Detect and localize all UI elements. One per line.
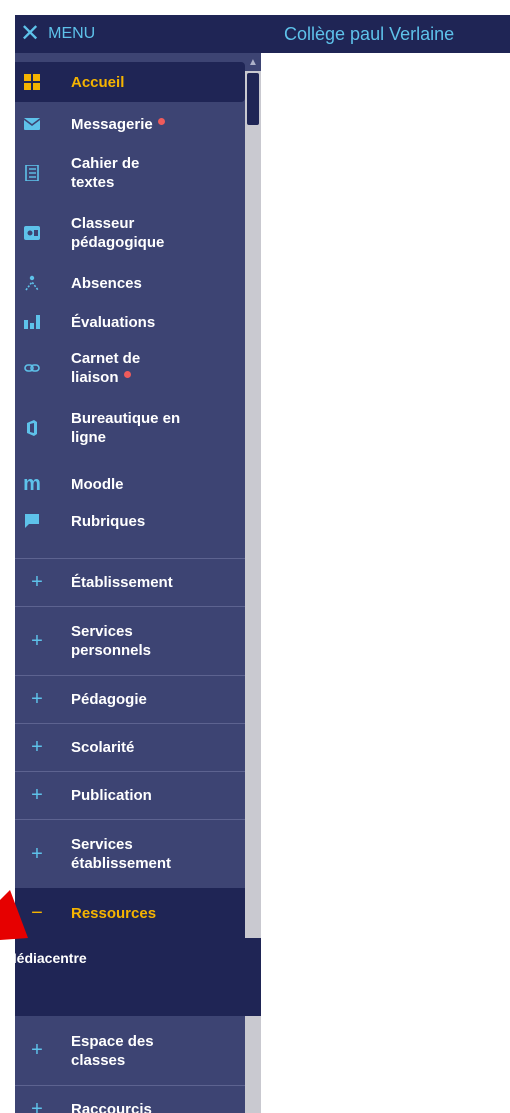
- section-publication[interactable]: + Publication: [15, 771, 245, 819]
- nav-item-label: Évaluations: [71, 313, 156, 331]
- nav-item-cahier-de-textes[interactable]: Cahier de textes: [15, 151, 245, 195]
- nav-item-label: Carnet de liaison: [71, 350, 141, 386]
- nav-item-evaluations[interactable]: Évaluations: [15, 305, 245, 339]
- section-scolarite[interactable]: + Scolarité: [15, 723, 245, 771]
- grid-icon: [23, 73, 41, 91]
- red-arrow-icon: [0, 890, 28, 940]
- nav-item-label: Classeur pédagogique: [71, 215, 165, 251]
- submenu-item-mediacentre[interactable]: Médiacentre: [5, 950, 87, 966]
- nav-item-classeur-pedagogique[interactable]: Classeur pédagogique: [15, 211, 245, 255]
- plus-icon: +: [31, 1098, 43, 1113]
- top-bar: ✕ MENU Collège paul Verlaine: [15, 15, 510, 53]
- site-title[interactable]: Collège paul Verlaine: [284, 15, 454, 53]
- nav-item-moodle[interactable]: m Moodle: [15, 467, 245, 501]
- link-icon: [23, 359, 41, 377]
- menu-toggle-button[interactable]: ✕ MENU: [15, 15, 261, 53]
- section-label: Publication: [71, 787, 152, 804]
- nav-item-carnet-de-liaison[interactable]: Carnet de liaison: [15, 346, 245, 390]
- section-raccourcis[interactable]: + Raccourcis: [15, 1085, 245, 1113]
- bar-chart-icon: [23, 313, 41, 331]
- nav-item-messagerie[interactable]: Messagerie: [15, 107, 245, 141]
- plus-icon: +: [31, 629, 43, 652]
- section-label: Services établissement: [71, 836, 172, 872]
- section-etablissement[interactable]: + Établissement: [15, 558, 245, 606]
- section-services-etablissement[interactable]: + Services établissement: [15, 819, 245, 888]
- section-label: Scolarité: [71, 739, 135, 756]
- section-label: Pédagogie: [71, 691, 147, 708]
- close-icon: ✕: [20, 20, 41, 47]
- notification-dot: [157, 117, 165, 125]
- nav-item-label: Moodle: [71, 475, 124, 493]
- mail-icon: [23, 115, 41, 133]
- nav-item-label: Accueil: [71, 73, 125, 91]
- chat-icon: [23, 512, 41, 530]
- plus-icon: +: [31, 688, 43, 710]
- nav-item-label: Bureautique en ligne: [71, 410, 181, 446]
- section-services-personnels[interactable]: + Services personnels: [15, 606, 245, 675]
- section-label: Ressources: [71, 904, 157, 922]
- section-label: Services personnels: [71, 623, 152, 659]
- notebook-icon: [23, 164, 41, 182]
- section-espace-des-classes[interactable]: + Espace des classes: [15, 1016, 245, 1085]
- nav-item-label: Absences: [71, 274, 142, 292]
- plus-icon: +: [31, 842, 43, 865]
- moodle-icon: m: [23, 472, 41, 495]
- minus-icon: −: [31, 901, 43, 924]
- section-label: Raccourcis: [71, 1101, 152, 1113]
- plus-icon: +: [31, 784, 43, 806]
- scroll-thumb[interactable]: [247, 73, 259, 125]
- plus-icon: +: [31, 736, 43, 758]
- nav-item-absences[interactable]: Absences: [15, 266, 245, 300]
- section-label: Espace des classes: [71, 1032, 154, 1069]
- plus-icon: +: [31, 1039, 43, 1061]
- nav-item-bureautique-en-ligne[interactable]: Bureautique en ligne: [15, 406, 245, 450]
- section-ressources[interactable]: − Ressources: [15, 888, 245, 938]
- plus-icon: +: [31, 571, 43, 593]
- menu-label: MENU: [48, 25, 96, 42]
- nav-item-label: Rubriques: [71, 512, 146, 530]
- person-absent-icon: [23, 274, 41, 292]
- nav-item-rubriques[interactable]: Rubriques: [15, 504, 245, 538]
- notification-dot: [123, 371, 131, 378]
- nav-item-label: Messagerie: [71, 115, 153, 133]
- scroll-up-icon[interactable]: ▲: [245, 53, 261, 71]
- binder-icon: [23, 224, 41, 242]
- section-label: Établissement: [71, 574, 173, 591]
- office-icon: [23, 419, 41, 437]
- section-pedagogie[interactable]: + Pédagogie: [15, 675, 245, 723]
- nav-item-label: Cahier de textes: [71, 155, 140, 191]
- nav-item-accueil[interactable]: Accueil: [15, 62, 245, 102]
